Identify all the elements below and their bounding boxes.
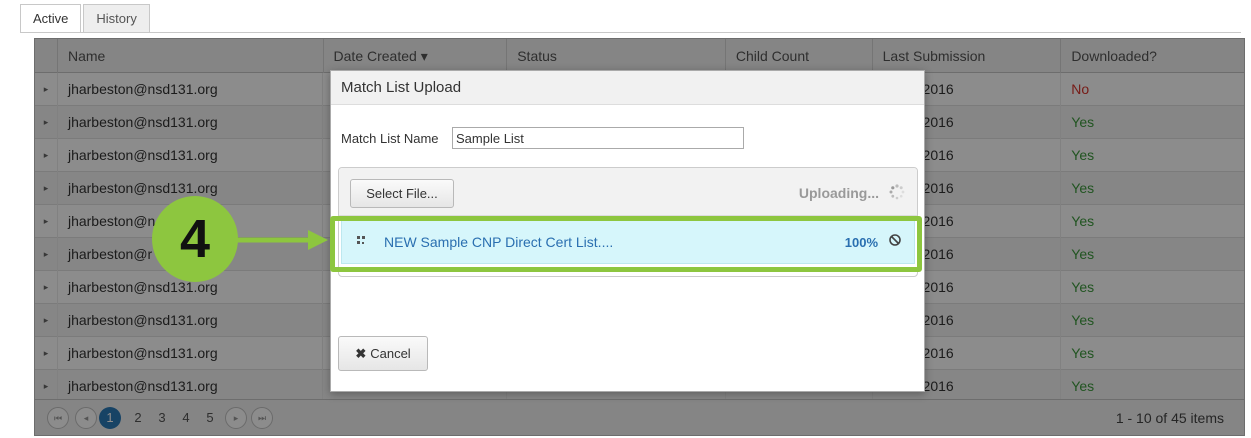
spinner-icon xyxy=(889,184,905,200)
match-list-name-input[interactable] xyxy=(452,127,744,149)
tab-history[interactable]: History xyxy=(83,4,150,32)
cancel-label: Cancel xyxy=(370,345,411,361)
match-list-name-label: Match List Name xyxy=(341,131,439,146)
step-number-badge: 4 xyxy=(152,196,238,282)
tab-active[interactable]: Active xyxy=(20,4,82,33)
arrow-right-icon xyxy=(236,230,328,250)
cancel-button[interactable]: ✖ Cancel xyxy=(338,336,428,371)
dialog-title: Match List Upload xyxy=(331,71,924,105)
tab-bar: Active History xyxy=(20,4,152,33)
highlight-box xyxy=(330,216,922,272)
select-file-button[interactable]: Select File... xyxy=(350,179,454,208)
upload-header: Select File... Uploading... xyxy=(339,168,917,216)
close-icon: ✖ xyxy=(355,345,367,361)
tab-divider xyxy=(20,32,1241,33)
upload-status: Uploading... xyxy=(798,185,879,201)
